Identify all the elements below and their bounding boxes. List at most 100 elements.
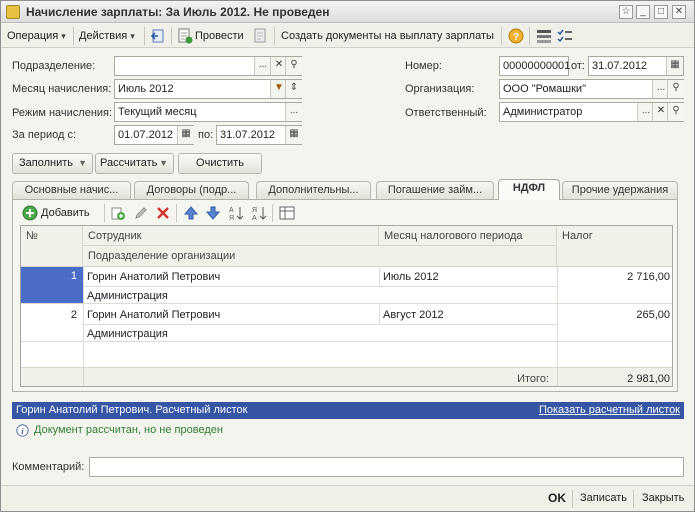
mode-field[interactable]: Текущий месяц ... <box>114 102 302 122</box>
move-down-icon[interactable] <box>205 205 221 221</box>
go-back-icon[interactable] <box>150 28 166 44</box>
document-date-field[interactable]: 31.07.2012 ▦ <box>588 56 684 76</box>
column-header-tax[interactable]: Налог <box>557 226 672 267</box>
create-payment-docs-button[interactable]: Создать документы на выплату зарплаты <box>281 28 494 44</box>
month-label: Месяц начисления: <box>12 83 112 95</box>
ok-button[interactable]: OK <box>548 491 566 505</box>
maximize-button[interactable]: □ <box>654 5 668 19</box>
move-up-icon[interactable] <box>183 205 199 221</box>
period-from-field[interactable]: 01.07.2012 ▦ <box>114 125 194 145</box>
chevron-down-icon: ▼ <box>78 158 87 168</box>
column-header-department[interactable]: Подразделение организации <box>83 246 557 267</box>
clear-button-label: Очистить <box>196 157 244 169</box>
tab-main-accruals[interactable]: Основные начис... <box>12 181 131 199</box>
sort-descending-icon[interactable]: Я A <box>251 205 267 221</box>
tab-loan-repayment[interactable]: Погашение займ... <box>376 181 494 199</box>
calendar-icon[interactable]: ▦ <box>285 126 302 144</box>
delete-icon[interactable] <box>155 205 171 221</box>
calculate-button-label: Рассчитать <box>100 157 158 169</box>
search-icon[interactable]: ⚲ <box>667 80 684 98</box>
copy-row-icon[interactable] <box>110 205 126 221</box>
number-value: 00000000001 <box>503 60 571 72</box>
tab-additional[interactable]: Дополнительны... <box>256 181 371 199</box>
select-button[interactable]: ... <box>285 103 302 121</box>
row-number-cell[interactable]: 2 <box>21 306 83 324</box>
number-field[interactable]: 00000000001 <box>499 56 571 76</box>
search-icon[interactable]: ⚲ <box>667 103 684 121</box>
column-header-employee[interactable]: Сотрудник <box>83 226 379 246</box>
column-header-period[interactable]: Месяц налогового периода <box>379 226 557 246</box>
help-icon[interactable]: ? <box>508 28 524 44</box>
star-icon[interactable]: ☆ <box>619 5 633 19</box>
toolbar-divider <box>73 27 74 45</box>
post-document-icon[interactable] <box>177 28 193 44</box>
actions-menu[interactable]: Действия <box>79 28 135 44</box>
search-icon[interactable]: ⚲ <box>285 57 302 75</box>
table-settings-icon[interactable] <box>279 205 295 221</box>
main-toolbar: Операция Действия Провести Создать докум… <box>1 24 694 48</box>
comment-field[interactable] <box>89 457 684 477</box>
comment-label: Комментарий: <box>12 461 85 473</box>
sort-ascending-icon[interactable]: A Я <box>228 205 244 221</box>
period-cell[interactable]: Июль 2012 <box>379 268 557 286</box>
toolbar-divider <box>171 27 172 45</box>
responsible-field[interactable]: Администратор ... ✕ ⚲ <box>499 102 684 122</box>
structure-icon[interactable] <box>536 28 552 44</box>
operation-menu[interactable]: Операция <box>7 28 66 44</box>
grid-line <box>83 324 557 325</box>
tab-ndfl[interactable]: НДФЛ <box>498 179 560 200</box>
department-field[interactable]: ... ✕ ⚲ <box>114 56 302 76</box>
save-button[interactable]: Записать <box>580 492 627 504</box>
tax-cell[interactable]: 265,00 <box>557 306 672 324</box>
calendar-icon[interactable]: ▦ <box>666 57 683 75</box>
row-number-cell[interactable]: 1 <box>21 267 83 303</box>
bottom-bar: OK Записать Закрыть <box>1 485 694 511</box>
close-window-button[interactable]: ✕ <box>672 5 686 19</box>
chevron-down-icon: ▼ <box>159 158 168 168</box>
checklist-icon[interactable] <box>557 28 573 44</box>
period-to-field[interactable]: 31.07.2012 ▦ <box>216 125 302 145</box>
close-button[interactable]: Закрыть <box>642 492 684 504</box>
mode-value: Текущий месяц <box>118 106 197 118</box>
edit-icon[interactable] <box>133 205 149 221</box>
employee-cell[interactable]: Горин Анатолий Петрович <box>83 306 379 324</box>
svg-text:A: A <box>252 215 257 221</box>
tab-label: Дополнительны... <box>268 184 359 196</box>
column-header-num[interactable]: № <box>21 226 83 267</box>
toolbar-divider <box>104 204 105 222</box>
mode-label: Режим начисления: <box>12 107 113 119</box>
post-button[interactable]: Провести <box>195 28 244 44</box>
clear-button[interactable]: Очистить <box>178 153 262 174</box>
add-icon[interactable] <box>22 205 38 221</box>
select-button[interactable]: ... <box>254 57 271 75</box>
add-row-button[interactable]: Добавить <box>41 207 90 219</box>
spin-icon[interactable]: ⇕ <box>285 80 302 98</box>
month-value: Июль 2012 <box>118 83 174 95</box>
ndfl-table[interactable]: № Сотрудник Подразделение организации Ме… <box>20 225 673 387</box>
department-cell[interactable]: Администрация <box>83 325 557 341</box>
calculate-button[interactable]: Рассчитать ▼ <box>95 153 174 174</box>
ndfl-panel: Добавить A Я Я A № Сотрудник Подразделен… <box>12 199 678 392</box>
show-payslip-link[interactable]: Показать расчетный листок <box>539 404 680 416</box>
employee-cell[interactable]: Горин Анатолий Петрович <box>83 268 379 286</box>
unpost-document-icon[interactable] <box>253 28 269 44</box>
info-icon: i <box>16 424 29 437</box>
svg-text:Я: Я <box>229 215 234 221</box>
organization-label: Организация: <box>405 83 475 95</box>
month-field[interactable]: Июль 2012 ▼ ⇕ <box>114 79 302 99</box>
toolbar-divider <box>144 27 145 45</box>
toolbar-divider <box>572 490 573 508</box>
fill-button[interactable]: Заполнить ▼ <box>12 153 93 174</box>
svg-text:?: ? <box>513 32 519 43</box>
tax-cell[interactable]: 2 716,00 <box>557 268 672 286</box>
organization-field[interactable]: ООО "Ромашки" ... ⚲ <box>499 79 684 99</box>
tab-contracts[interactable]: Договоры (подр... <box>134 181 249 199</box>
minimize-button[interactable]: _ <box>636 5 650 19</box>
calendar-icon[interactable]: ▦ <box>177 126 194 144</box>
period-cell[interactable]: Август 2012 <box>379 306 557 324</box>
info-message: Документ рассчитан, но не проведен <box>34 424 223 436</box>
tab-label: Основные начис... <box>24 184 119 196</box>
department-cell[interactable]: Администрация <box>83 287 557 303</box>
tab-other-deductions[interactable]: Прочие удержания <box>562 181 678 199</box>
title-bar: Начисление зарплаты: За Июль 2012. Не пр… <box>1 1 694 23</box>
